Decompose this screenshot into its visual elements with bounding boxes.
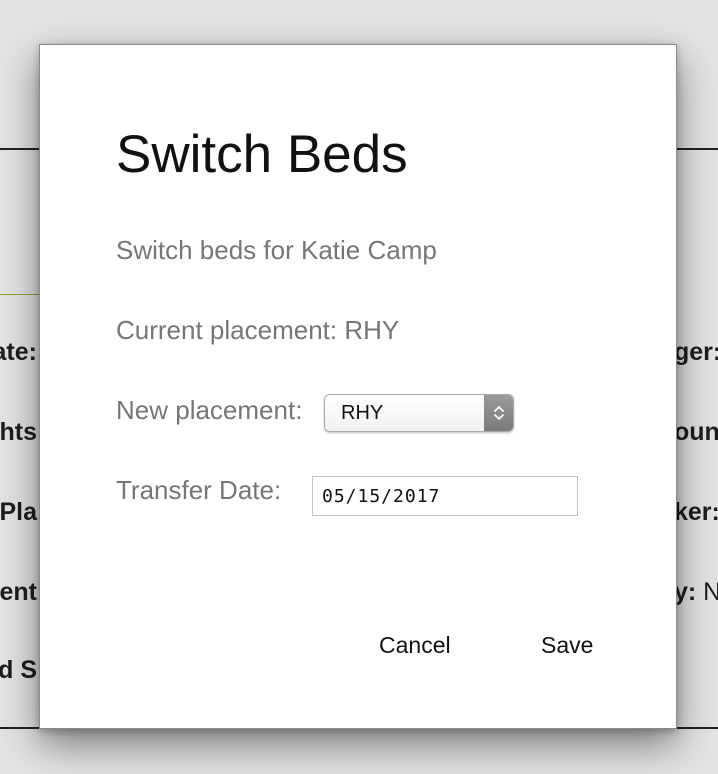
new-placement-label: New placement:	[116, 395, 303, 425]
background-field-label: ate:	[0, 338, 37, 366]
dialog-subtitle: Switch beds for Katie Camp	[116, 235, 437, 265]
new-placement-selected-value: RHY	[341, 402, 384, 424]
background-field-label: ger:	[674, 338, 718, 366]
transfer-date-label: Transfer Date:	[116, 475, 282, 505]
switch-beds-dialog: Switch Beds Switch beds for Katie Camp C…	[39, 44, 677, 729]
up-down-chevron-icon	[484, 395, 513, 431]
current-placement-text: Current placement: RHY	[116, 315, 400, 345]
save-button[interactable]: Save	[541, 631, 593, 659]
background-field-label: hts	[0, 418, 37, 446]
transfer-date-input[interactable]	[312, 476, 578, 516]
background-field-label: ed S	[0, 656, 37, 684]
background-field-value: N	[703, 578, 718, 606]
background-field-label: y: N	[674, 577, 718, 607]
background-field-label: ent	[0, 578, 37, 606]
background-field-label: Pla	[0, 498, 37, 526]
cancel-button[interactable]: Cancel	[379, 631, 451, 659]
background-field-label: oun	[674, 418, 718, 446]
new-placement-select[interactable]: RHY	[324, 394, 514, 432]
background-field-label: ker:	[674, 498, 718, 526]
background-green-divider	[0, 294, 40, 295]
dialog-title: Switch Beds	[116, 125, 408, 184]
up-down-chevron-icon-shape	[493, 406, 504, 420]
